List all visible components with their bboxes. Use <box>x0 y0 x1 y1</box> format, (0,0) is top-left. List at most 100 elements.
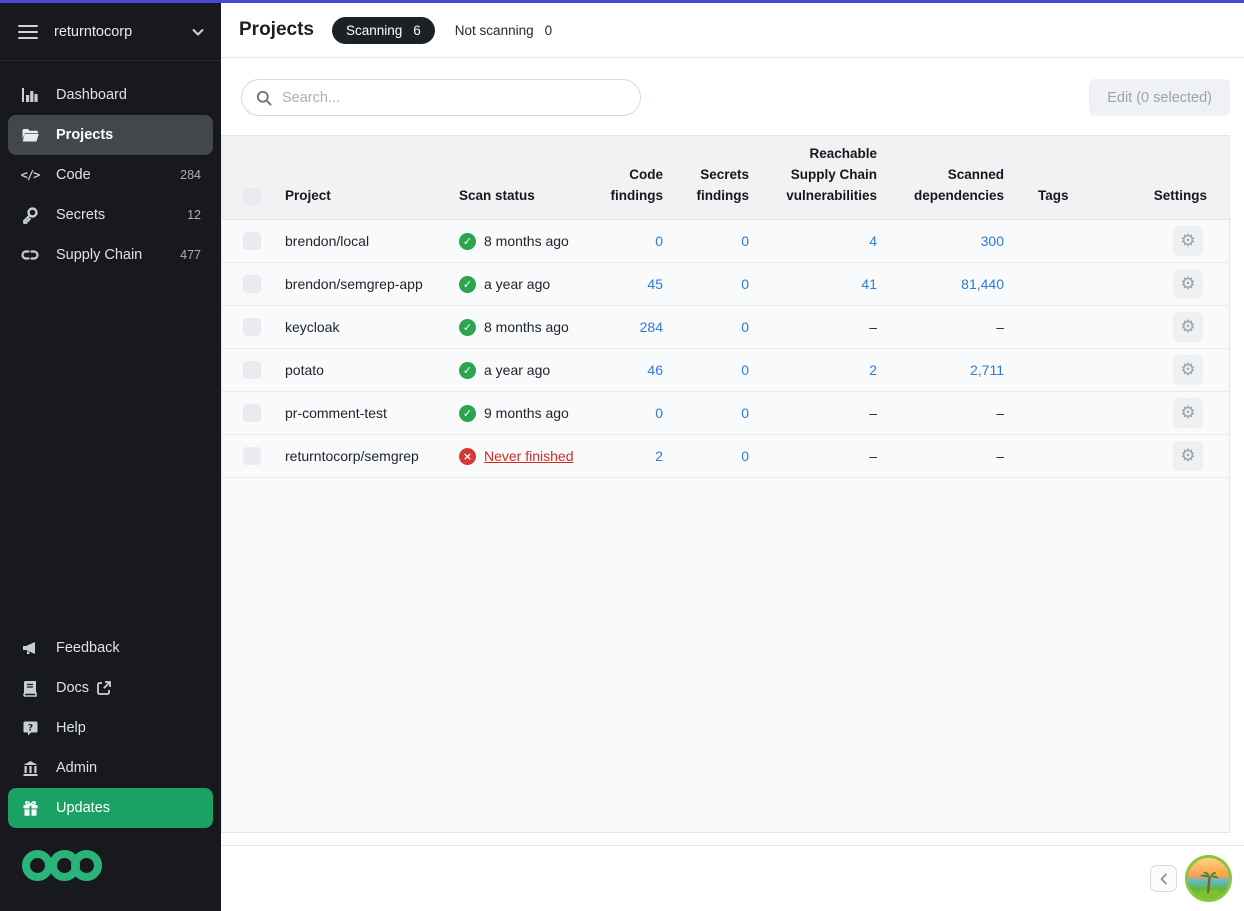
sidebar-item-label: Dashboard <box>56 87 201 103</box>
org-switcher[interactable]: returntocorp <box>0 3 221 61</box>
table-row: potato✓a year ago46022,711⚙ <box>222 349 1229 392</box>
column-header-project: Project <box>285 186 459 207</box>
sidebar-item-supply-chain[interactable]: Supply Chain 477 <box>8 235 213 275</box>
semgrep-logo <box>8 828 213 911</box>
sidebar-item-label: Help <box>56 720 201 736</box>
select-all-checkbox[interactable] <box>243 188 261 206</box>
main-content: Projects Scanning 6 Not scanning 0 Edit … <box>221 3 1244 911</box>
column-header-tags: Tags <box>1004 186 1132 207</box>
project-name: brendon/semgrep-app <box>285 264 459 304</box>
sidebar-item-dashboard[interactable]: Dashboard <box>8 75 213 115</box>
chain-link-icon <box>20 245 40 265</box>
secrets_findings-cell: 0 <box>663 276 749 292</box>
code_findings-link[interactable]: 45 <box>647 276 663 292</box>
reachable-link[interactable]: 4 <box>869 233 877 249</box>
hamburger-menu-icon[interactable] <box>18 25 38 39</box>
sidebar-item-code[interactable]: </> Code 284 <box>8 155 213 195</box>
table-footer <box>221 845 1244 911</box>
dashboard-icon <box>20 85 40 105</box>
sidebar-item-label: Supply Chain <box>56 247 180 263</box>
reachable-link[interactable]: 41 <box>861 276 877 292</box>
svg-text:?: ? <box>27 723 32 733</box>
column-header-settings: Settings <box>1132 186 1229 207</box>
row-settings-button[interactable]: ⚙ <box>1173 355 1203 385</box>
row-checkbox[interactable] <box>243 404 261 422</box>
sidebar-item-count: 477 <box>180 248 201 262</box>
not-scanning-filter[interactable]: Not scanning 0 <box>455 23 552 38</box>
scanned_deps-cell: – <box>877 319 1004 335</box>
code_findings-link[interactable]: 46 <box>647 362 663 378</box>
secrets_findings-cell: 0 <box>663 319 749 335</box>
reachable-cell: 2 <box>749 362 877 378</box>
scanned_deps-link[interactable]: 81,440 <box>961 276 1004 292</box>
row-settings-button[interactable]: ⚙ <box>1173 441 1203 471</box>
pagination-prev-button[interactable] <box>1150 865 1177 892</box>
sidebar-item-docs[interactable]: Docs <box>8 668 213 708</box>
secrets_findings-link[interactable]: 0 <box>741 405 749 421</box>
book-icon <box>20 678 40 698</box>
row-settings-button[interactable]: ⚙ <box>1173 226 1203 256</box>
scanning-filter-pill[interactable]: Scanning 6 <box>332 17 435 44</box>
scan-status-text: a year ago <box>484 362 550 378</box>
code_findings-cell: 0 <box>582 405 663 421</box>
scan-status-text: 8 months ago <box>484 319 569 335</box>
scan-status-cell: × Never finished <box>459 448 582 465</box>
reachable-empty: – <box>869 319 877 335</box>
reachable-link[interactable]: 2 <box>869 362 877 378</box>
scan-status-cell: ✓8 months ago <box>459 319 582 336</box>
secrets_findings-link[interactable]: 0 <box>741 362 749 378</box>
sidebar-item-label: Feedback <box>56 640 201 656</box>
page-title: Projects <box>239 19 314 41</box>
secrets_findings-link[interactable]: 0 <box>741 319 749 335</box>
scan-error-icon: × <box>459 448 476 465</box>
search-input[interactable] <box>282 90 626 106</box>
row-settings-button[interactable]: ⚙ <box>1173 398 1203 428</box>
code_findings-link[interactable]: 0 <box>655 233 663 249</box>
bank-icon <box>20 758 40 778</box>
reachable-empty: – <box>869 448 877 464</box>
scanned_deps-empty: – <box>996 405 1004 421</box>
code_findings-link[interactable]: 2 <box>655 448 663 464</box>
scanning-label: Scanning <box>346 23 402 38</box>
search-box[interactable] <box>241 79 641 116</box>
column-header-reachable: Reachable Supply Chain vulnerabilities <box>749 144 877 207</box>
row-checkbox[interactable] <box>243 275 261 293</box>
scanned_deps-link[interactable]: 2,711 <box>970 362 1004 378</box>
gear-icon: ⚙ <box>1180 405 1195 422</box>
secrets_findings-link[interactable]: 0 <box>741 233 749 249</box>
sidebar-item-help[interactable]: ? Help <box>8 708 213 748</box>
row-checkbox[interactable] <box>243 318 261 336</box>
row-checkbox[interactable] <box>243 447 261 465</box>
scanned_deps-link[interactable]: 300 <box>981 233 1004 249</box>
island-avatar[interactable] <box>1185 855 1232 902</box>
table-header-row: ProjectScan statusCode findingsSecrets f… <box>222 136 1229 220</box>
edit-selected-button[interactable]: Edit (0 selected) <box>1089 79 1230 116</box>
secrets_findings-cell: 0 <box>663 233 749 249</box>
megaphone-icon <box>20 638 40 658</box>
sidebar-item-feedback[interactable]: Feedback <box>8 628 213 668</box>
reachable-cell: – <box>749 448 877 464</box>
row-checkbox[interactable] <box>243 361 261 379</box>
row-checkbox[interactable] <box>243 232 261 250</box>
sidebar-nav: Dashboard Projects </> Code 284 Secrets … <box>0 61 221 275</box>
gear-icon: ⚙ <box>1180 362 1195 379</box>
search-icon <box>256 90 272 106</box>
secrets_findings-link[interactable]: 0 <box>741 276 749 292</box>
scan-status-cell: ✓a year ago <box>459 276 582 293</box>
sidebar-item-admin[interactable]: Admin <box>8 748 213 788</box>
column-header-scan_status: Scan status <box>459 186 582 207</box>
scan-status-link[interactable]: Never finished <box>484 448 574 464</box>
chevron-left-icon <box>1159 873 1169 885</box>
sidebar-item-secrets[interactable]: Secrets 12 <box>8 195 213 235</box>
sidebar-item-projects[interactable]: Projects <box>8 115 213 155</box>
row-settings-button[interactable]: ⚙ <box>1173 312 1203 342</box>
code_findings-link[interactable]: 284 <box>640 319 663 335</box>
code_findings-link[interactable]: 0 <box>655 405 663 421</box>
row-settings-button[interactable]: ⚙ <box>1173 269 1203 299</box>
sidebar-item-updates[interactable]: Updates <box>8 788 213 828</box>
scanned_deps-cell: 81,440 <box>877 276 1004 292</box>
table-row: returntocorp/semgrep×Never finished20––⚙ <box>222 435 1229 478</box>
table-row: pr-comment-test✓9 months ago00––⚙ <box>222 392 1229 435</box>
code_findings-cell: 0 <box>582 233 663 249</box>
secrets_findings-link[interactable]: 0 <box>741 448 749 464</box>
